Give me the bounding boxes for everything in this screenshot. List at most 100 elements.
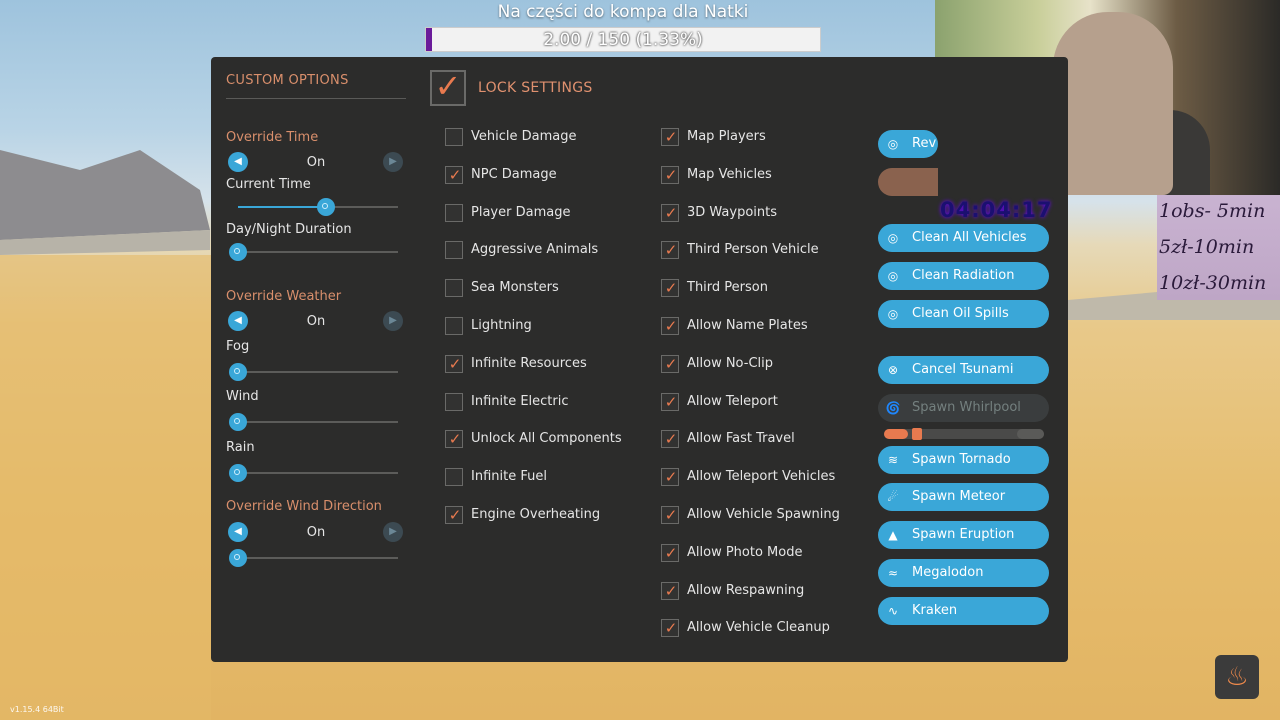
- megalodon-button[interactable]: ≈ Megalodon: [878, 559, 1049, 587]
- hidden-orange-button[interactable]: [878, 168, 938, 196]
- checkbox[interactable]: ✓: [445, 430, 463, 449]
- option-label: Infinite Fuel: [471, 469, 547, 485]
- override-wind-direction-value: On: [306, 525, 326, 540]
- slider-fill: [884, 429, 908, 439]
- override-weather-next-button[interactable]: ▶: [383, 311, 403, 331]
- checkbox[interactable]: ✓: [661, 430, 679, 449]
- slider-knob[interactable]: [229, 243, 247, 261]
- fog-label: Fog: [226, 339, 250, 354]
- checkbox[interactable]: ✓: [661, 543, 679, 562]
- spawn-meteor-button[interactable]: ☄ Spawn Meteor: [878, 483, 1049, 511]
- spawn-whirlpool-label: Spawn Whirlpool: [912, 400, 1021, 415]
- override-wind-direction-prev-button[interactable]: ◀: [228, 522, 248, 542]
- checkbox[interactable]: [445, 203, 463, 222]
- checkmark-icon: ✓: [664, 317, 678, 335]
- checkbox[interactable]: ✓: [661, 317, 679, 335]
- option-label: Vehicle Damage: [471, 129, 577, 144]
- wind-label: Wind: [226, 389, 259, 404]
- checkbox[interactable]: [445, 241, 463, 260]
- override-time-prev-button[interactable]: ◀: [228, 152, 248, 172]
- clean-radiation-button[interactable]: ◎ Clean Radiation: [878, 262, 1049, 290]
- webcam-person: [1053, 12, 1173, 195]
- checkmark-icon: ✓: [664, 581, 678, 600]
- clean-all-vehicles-button[interactable]: ◎ Clean All Vehicles: [878, 224, 1049, 252]
- slider-knob[interactable]: [229, 363, 247, 381]
- override-wind-direction-next-button[interactable]: ▶: [383, 522, 403, 542]
- spawn-eruption-button[interactable]: ▲ Spawn Eruption: [878, 521, 1049, 549]
- spawn-whirlpool-button[interactable]: 🌀 Spawn Whirlpool: [878, 394, 1049, 422]
- checkbox[interactable]: ✓: [661, 354, 679, 373]
- x-circle-icon: ⊗: [887, 363, 899, 377]
- checkbox[interactable]: ✓: [661, 128, 679, 146]
- checkbox[interactable]: [445, 468, 463, 487]
- heat-icon[interactable]: ♨: [1215, 655, 1259, 699]
- override-weather-label: Override Weather: [226, 289, 342, 304]
- day-night-slider[interactable]: [229, 243, 398, 261]
- checkbox[interactable]: ✓: [661, 165, 679, 184]
- checkbox[interactable]: ✓: [661, 241, 679, 260]
- option-label: Third Person Vehicle: [687, 242, 819, 258]
- donation-title: Na części do kompa dla Natki: [497, 2, 749, 22]
- kraken-button[interactable]: ∿ Kraken: [878, 597, 1049, 625]
- checkbox[interactable]: ✓: [661, 279, 679, 298]
- slider-knob[interactable]: [229, 464, 247, 482]
- checkbox[interactable]: [445, 128, 463, 146]
- checkbox[interactable]: ✓: [445, 165, 463, 184]
- rev-button-label: Rev: [912, 136, 937, 151]
- whirlpool-size-slider[interactable]: [884, 428, 1044, 440]
- checkmark-icon: ✓: [448, 430, 462, 449]
- option-label: Map Players: [687, 129, 766, 144]
- checkbox[interactable]: ✓: [661, 392, 679, 411]
- meteor-icon: ☄: [887, 490, 899, 504]
- checkmark-icon: ✓: [664, 543, 678, 562]
- option-label: Sea Monsters: [471, 280, 559, 296]
- lock-settings-checkbox[interactable]: ✓: [430, 67, 466, 106]
- checkmark-icon: ✓: [664, 165, 678, 184]
- checkbox[interactable]: [445, 392, 463, 411]
- day-night-label: Day/Night Duration: [226, 222, 352, 237]
- option-label: Third Person: [687, 280, 768, 296]
- arrow-right-icon: ▶: [389, 156, 397, 167]
- checkmark-icon: ✓: [664, 392, 678, 411]
- donation-progress-bar: 2.00 / 150 (1.33%): [425, 27, 821, 52]
- option-label: Unlock All Components: [471, 431, 622, 447]
- clean-radiation-label: Clean Radiation: [912, 268, 1015, 283]
- option-label: Allow Teleport Vehicles: [687, 469, 836, 485]
- wind-slider[interactable]: [229, 413, 398, 431]
- current-time-slider[interactable]: [238, 198, 398, 216]
- checkbox[interactable]: ✓: [661, 468, 679, 487]
- checkbox[interactable]: [445, 317, 463, 335]
- option-label: Allow Photo Mode: [687, 544, 803, 560]
- slider-knob[interactable]: [317, 198, 335, 216]
- checkbox[interactable]: ✓: [661, 581, 679, 600]
- wind-direction-slider[interactable]: [229, 549, 398, 567]
- slider-knob[interactable]: [229, 549, 247, 567]
- checkbox[interactable]: ✓: [445, 354, 463, 373]
- rain-slider[interactable]: [229, 464, 398, 482]
- slider-knob[interactable]: [229, 413, 247, 431]
- clean-oil-spills-button[interactable]: ◎ Clean Oil Spills: [878, 300, 1049, 328]
- volcano-icon: ▲: [888, 528, 898, 542]
- checkbox[interactable]: ✓: [661, 203, 679, 222]
- fog-slider[interactable]: [229, 363, 398, 381]
- checkmark-icon: ✓: [448, 165, 462, 184]
- option-label: Allow No-Clip: [687, 355, 773, 371]
- checkmark-icon: ✓: [664, 128, 678, 146]
- arrow-right-icon: ▶: [389, 315, 397, 326]
- checkbox[interactable]: [445, 279, 463, 298]
- lock-settings-label: LOCK SETTINGS: [478, 80, 593, 96]
- cancel-tsunami-button[interactable]: ⊗ Cancel Tsunami: [878, 356, 1049, 384]
- checkmark-icon: ✓: [664, 430, 678, 449]
- override-time-label: Override Time: [226, 130, 319, 145]
- slider-end: [1017, 429, 1044, 439]
- checkbox[interactable]: ✓: [661, 619, 679, 638]
- checkbox[interactable]: ✓: [661, 506, 679, 524]
- checkbox[interactable]: ✓: [445, 506, 463, 524]
- override-weather-prev-button[interactable]: ◀: [228, 311, 248, 331]
- rev-button[interactable]: ◎ Rev: [878, 130, 938, 158]
- checkmark-icon: ✓: [664, 619, 678, 638]
- override-time-next-button[interactable]: ▶: [383, 152, 403, 172]
- spawn-tornado-button[interactable]: ≋ Spawn Tornado: [878, 446, 1049, 474]
- kraken-label: Kraken: [912, 603, 958, 618]
- slider-knob[interactable]: [912, 428, 922, 440]
